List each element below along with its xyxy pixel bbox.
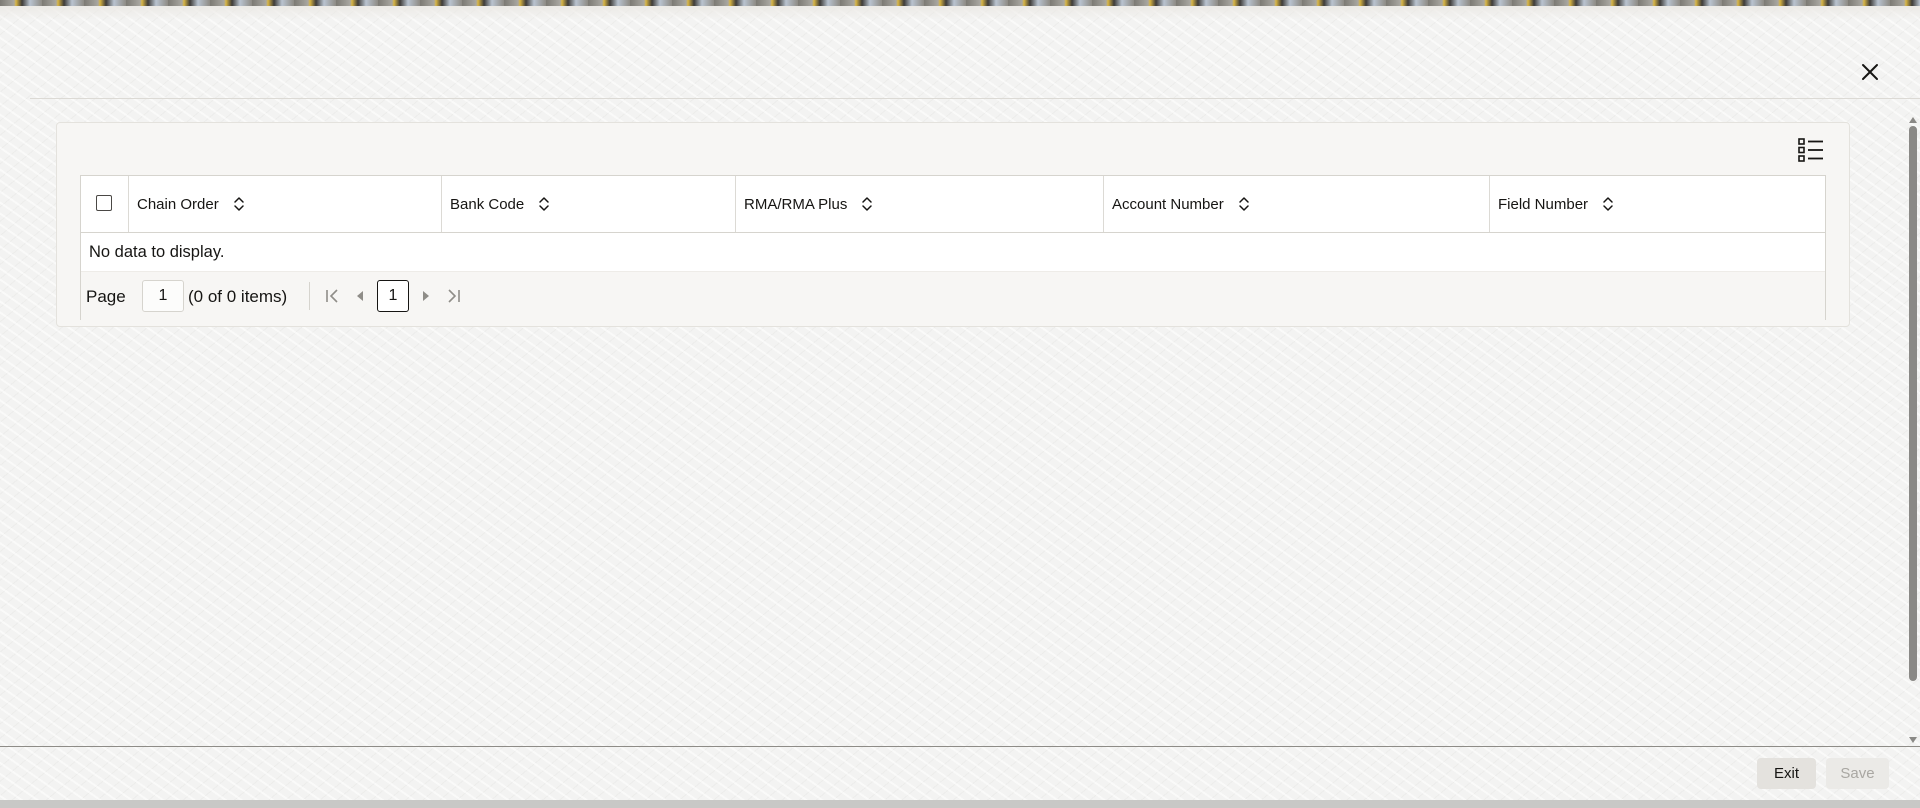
select-all-cell [81, 176, 128, 232]
column-header-rma[interactable]: RMA/RMA Plus [735, 176, 1103, 232]
page-label: Page [86, 287, 126, 306]
column-header-label: Chain Order [137, 195, 219, 213]
column-header-label: Bank Code [450, 195, 525, 213]
footer-divider [0, 746, 1920, 747]
pagination-divider [309, 282, 310, 310]
current-page-button[interactable]: 1 [377, 280, 409, 312]
pagination-bar: Page (0 of 0 items) 1 [81, 271, 1825, 320]
item-count: (0 of 0 items) [188, 287, 288, 306]
sort-icon[interactable] [861, 196, 873, 212]
column-header-bank-code[interactable]: Bank Code [441, 176, 735, 232]
checkbox-icon[interactable] [96, 195, 112, 211]
previous-page-icon[interactable] [352, 288, 368, 304]
sort-icon[interactable] [538, 196, 550, 212]
page-number-input[interactable] [142, 280, 184, 312]
scroll-up-icon[interactable] [1909, 117, 1917, 123]
sort-icon[interactable] [233, 196, 245, 212]
bottom-band [0, 800, 1920, 808]
scroll-down-icon[interactable] [1909, 737, 1917, 743]
first-page-icon[interactable] [324, 288, 340, 304]
column-header-account-number[interactable]: Account Number [1103, 176, 1489, 232]
empty-message: No data to display. [89, 243, 225, 261]
top-banner-fade [0, 6, 1920, 20]
column-header-label: Field Number [1498, 195, 1589, 213]
column-header-label: RMA/RMA Plus [744, 195, 848, 213]
exit-button[interactable]: Exit [1757, 758, 1816, 789]
list-settings-icon[interactable] [1797, 137, 1825, 163]
column-header-chain-order[interactable]: Chain Order [128, 176, 441, 232]
save-button[interactable]: Save [1826, 758, 1889, 789]
next-page-icon[interactable] [418, 288, 434, 304]
header-divider [30, 98, 1920, 99]
data-grid: Chain Order Bank Code RMA/RMA Plus Accou… [80, 175, 1826, 320]
close-icon[interactable] [1859, 61, 1881, 83]
grid-header: Chain Order Bank Code RMA/RMA Plus Accou… [81, 176, 1825, 233]
column-header-field-number[interactable]: Field Number [1489, 176, 1825, 232]
scrollbar-thumb[interactable] [1909, 126, 1917, 681]
column-header-label: Account Number [1112, 195, 1224, 213]
last-page-icon[interactable] [446, 288, 462, 304]
sort-icon[interactable] [1238, 196, 1250, 212]
sort-icon[interactable] [1602, 196, 1614, 212]
